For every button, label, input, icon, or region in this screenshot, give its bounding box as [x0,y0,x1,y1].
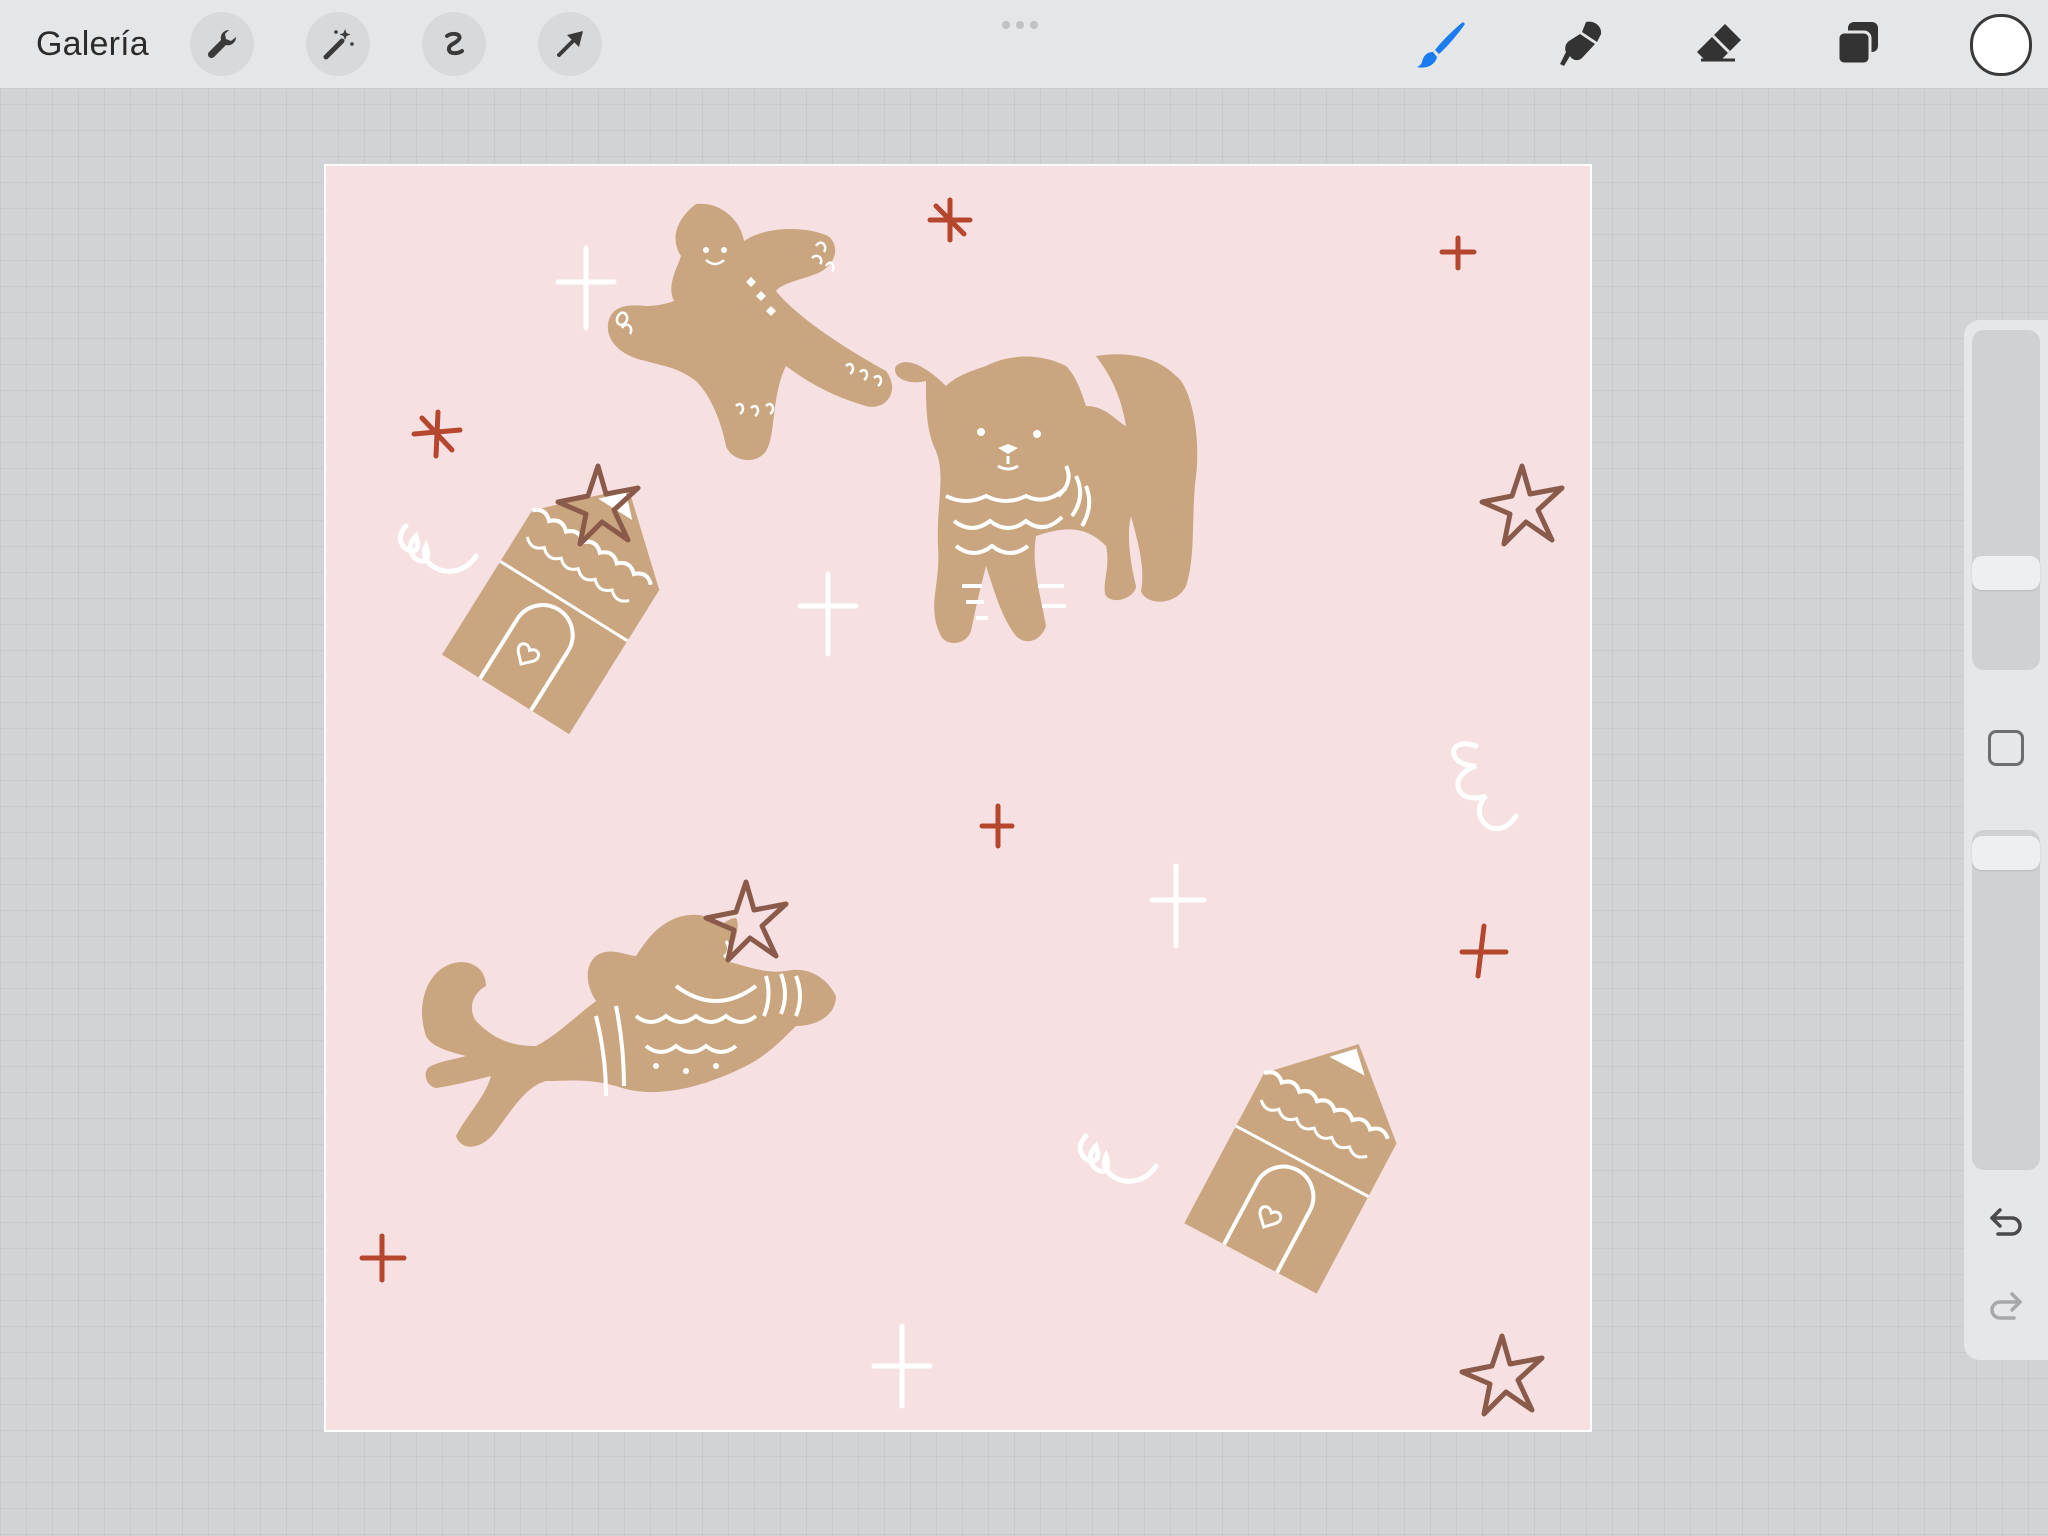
gingerbread-man-illustration [607,203,893,461]
sparkle-doodle [1459,923,1509,979]
puppy-sweater-illustration [895,354,1198,643]
squiggle-doodle [397,523,479,574]
star-doodle [1479,463,1565,547]
smudge-tool-button[interactable] [1546,10,1614,78]
eraser-icon [1697,24,1741,62]
square-modify-icon[interactable] [1988,730,2024,766]
brush-sidebar [1964,320,2048,1360]
redo-icon[interactable] [1986,1284,2026,1324]
brush-size-thumb[interactable] [1972,556,2040,590]
sparkle-doodle [1439,235,1477,271]
actions-button[interactable] [190,12,254,76]
color-picker-button[interactable] [1970,14,2032,76]
selection-icon [445,31,464,56]
squiggle-doodle [1077,1133,1159,1184]
brush-size-slider[interactable] [1972,330,2040,670]
sparkle-doodle [1149,863,1207,949]
transform-arrow-icon [557,31,583,57]
drag-handle[interactable] [1002,21,1046,29]
selection-button[interactable] [422,12,486,76]
sparkle-doodle [797,571,859,657]
layers-button[interactable] [1824,10,1892,78]
gallery-button[interactable]: Galería [36,22,149,66]
gingerbread-house-illustration [441,488,660,735]
squiggle-doodle [1451,741,1519,832]
eraser-tool-button[interactable] [1685,10,1753,78]
sparkle-doodle [871,1323,933,1409]
adjustments-button[interactable] [306,12,370,76]
sparkle-doodle [359,1233,407,1283]
transform-button[interactable] [538,12,602,76]
sparkle-doodle [411,409,463,459]
brush-icon [1417,22,1465,68]
top-toolbar: Galería [0,0,2048,89]
sparkle-doodle [979,803,1015,849]
sparkle-doodle [555,245,617,331]
magic-wand-icon [323,29,354,60]
star-doodle [1459,1333,1545,1417]
opacity-slider[interactable] [1972,830,2040,1170]
layers-icon [1836,22,1878,66]
opacity-thumb[interactable] [1972,836,2040,870]
artwork [359,197,1565,1417]
smudge-icon [1560,21,1602,66]
undo-icon[interactable] [1986,1200,2026,1240]
drawing-canvas[interactable] [324,164,1592,1432]
paint-tool-button[interactable] [1407,10,1475,78]
gingerbread-house-illustration [1184,1044,1397,1294]
wrench-icon [207,29,237,59]
sparkle-doodle [927,197,973,243]
